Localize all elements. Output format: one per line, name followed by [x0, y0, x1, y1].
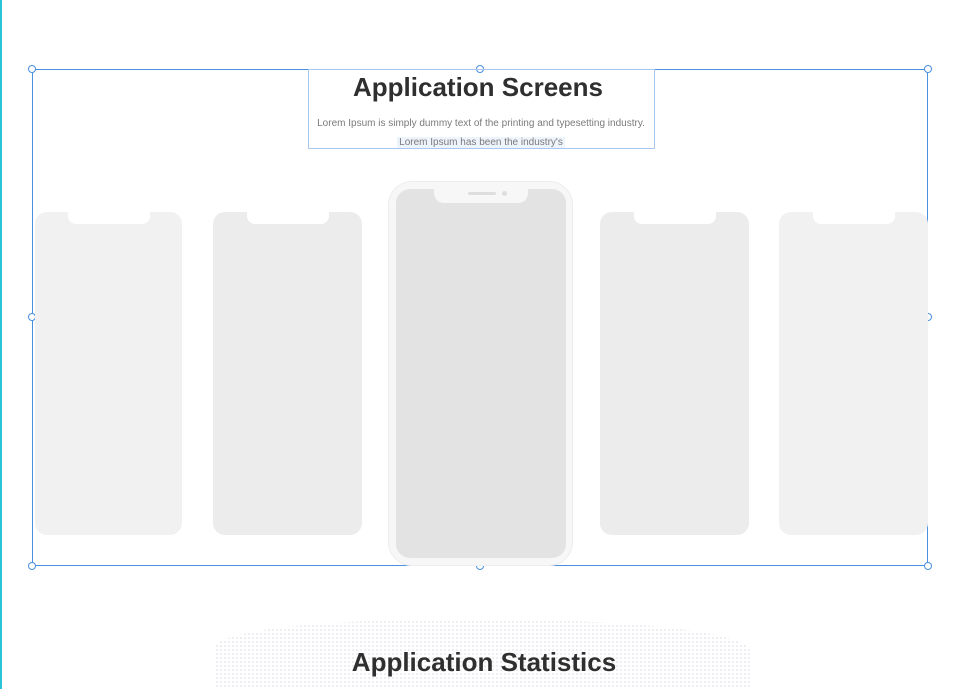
section-description-line-1: Lorem Ipsum is simply dummy text of the … [317, 118, 645, 129]
phone-camera-icon [502, 191, 507, 196]
app-screen-slide-4[interactable] [600, 212, 749, 535]
phone-speaker [468, 192, 496, 195]
phone-notch [812, 212, 895, 224]
section-description-line-2: Lorem Ipsum has been the industry's [0, 137, 956, 148]
section-title-statistics: Application Statistics [351, 647, 617, 677]
section-title-screens: Application Screens [353, 72, 603, 102]
app-screen-slide-5[interactable] [779, 212, 928, 535]
resize-handle-bottom-left[interactable] [28, 562, 36, 570]
phone-notch [67, 212, 150, 224]
app-screen-slide-active[interactable] [388, 181, 573, 566]
resize-handle-bottom-right[interactable] [924, 562, 932, 570]
phone-notch [633, 212, 716, 224]
app-screen-slide-2[interactable] [213, 212, 362, 535]
active-phone-screen [396, 189, 566, 558]
section-description-line-2-text: Lorem Ipsum has been the industry's [397, 137, 565, 148]
editor-guide-line [0, 0, 2, 689]
app-screen-slide-1[interactable] [35, 212, 182, 535]
phone-notch [246, 212, 329, 224]
